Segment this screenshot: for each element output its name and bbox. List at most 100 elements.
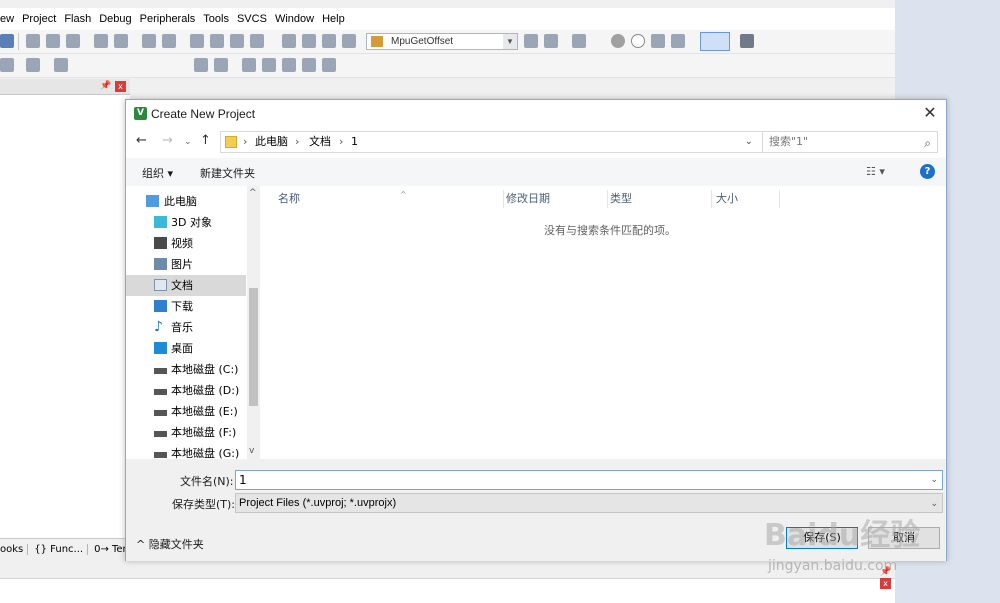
view-options-icon[interactable]: ☷ ▾ bbox=[866, 165, 885, 178]
tab-functions[interactable]: {} Func... bbox=[34, 544, 89, 555]
chevron-down-icon[interactable]: ⌄ bbox=[930, 494, 938, 512]
bookmark-next-icon[interactable] bbox=[230, 34, 244, 48]
chevron-down-icon[interactable]: v bbox=[249, 446, 254, 456]
wrench-icon[interactable] bbox=[740, 34, 754, 48]
back-arrow-icon[interactable]: ← bbox=[136, 133, 147, 148]
file-name-label: 文件名(N): bbox=[180, 475, 234, 488]
close-icon[interactable]: x bbox=[115, 81, 126, 92]
copy-icon[interactable] bbox=[46, 34, 60, 48]
organize-button[interactable]: 组织 ▾ bbox=[142, 165, 173, 181]
nav-item-drive-e[interactable]: 本地磁盘 (E:) bbox=[126, 401, 246, 422]
nav-item-videos[interactable]: 视频 bbox=[126, 233, 246, 254]
pin-icon[interactable]: 📌 bbox=[100, 81, 111, 91]
breadcrumb-separator-icon[interactable]: › bbox=[295, 132, 299, 152]
nav-item-desktop[interactable]: 桌面 bbox=[126, 338, 246, 359]
gear-icon[interactable] bbox=[302, 58, 316, 72]
load-icon[interactable] bbox=[54, 58, 68, 72]
menu-project[interactable]: Project bbox=[22, 13, 64, 25]
incremental-find-icon[interactable] bbox=[544, 34, 558, 48]
nav-item-label: 下载 bbox=[171, 300, 193, 313]
window-toggle-icon[interactable] bbox=[700, 32, 730, 51]
column-type[interactable]: 类型 bbox=[610, 190, 712, 208]
help-icon[interactable]: ? bbox=[920, 164, 935, 179]
breadcrumb-documents[interactable]: 文档 bbox=[309, 132, 331, 152]
pin-icon[interactable]: 📌 bbox=[880, 567, 891, 577]
diamond-icon[interactable] bbox=[282, 58, 296, 72]
cancel-button[interactable]: 取消 bbox=[868, 527, 940, 549]
menu-debug[interactable]: Debug bbox=[99, 13, 139, 25]
nav-item-music[interactable]: ♪ 音乐 bbox=[126, 317, 246, 338]
find-in-files-icon[interactable] bbox=[524, 34, 538, 48]
menu-help[interactable]: Help bbox=[322, 13, 353, 25]
find-combo[interactable]: MpuGetOffset ▼ bbox=[366, 33, 518, 50]
menu-window[interactable]: Window bbox=[275, 13, 322, 25]
chevron-down-icon[interactable]: ⌄ bbox=[745, 132, 753, 152]
breadcrumb-this-pc[interactable]: 此电脑 bbox=[255, 132, 288, 152]
breakpoint-disable-icon[interactable] bbox=[631, 34, 645, 48]
breadcrumb-separator-icon[interactable]: › bbox=[243, 132, 247, 152]
select-pack-icon[interactable] bbox=[262, 58, 276, 72]
debug-session-icon[interactable] bbox=[572, 34, 586, 48]
undo-icon[interactable] bbox=[94, 34, 108, 48]
nav-item-this-pc[interactable]: 此电脑 bbox=[126, 191, 246, 212]
options-icon[interactable] bbox=[0, 58, 14, 72]
nav-item-drive-f[interactable]: 本地磁盘 (F:) bbox=[126, 422, 246, 443]
menu-flash[interactable]: Flash bbox=[64, 13, 99, 25]
nav-item-downloads[interactable]: 下载 bbox=[126, 296, 246, 317]
checkbox-icon[interactable] bbox=[194, 58, 208, 72]
chevron-down-icon[interactable]: ⌄ bbox=[930, 471, 938, 489]
tab-books[interactable]: ooks bbox=[0, 544, 29, 555]
address-bar[interactable]: › 此电脑 › 文档 › 1 ⌄ ↻ bbox=[220, 131, 780, 153]
nav-back-icon[interactable] bbox=[142, 34, 156, 48]
bookmark-clear-icon[interactable] bbox=[250, 34, 264, 48]
paste-icon[interactable] bbox=[66, 34, 80, 48]
menu-tools[interactable]: Tools bbox=[203, 13, 237, 25]
comment-icon[interactable] bbox=[322, 34, 336, 48]
close-icon[interactable]: x bbox=[880, 578, 891, 589]
magic-wand-icon[interactable] bbox=[214, 58, 228, 72]
column-date-modified[interactable]: 修改日期 bbox=[506, 190, 608, 208]
bookmark-icon[interactable] bbox=[190, 34, 204, 48]
manage-components-icon[interactable] bbox=[242, 58, 256, 72]
redo-icon[interactable] bbox=[114, 34, 128, 48]
menu-peripherals[interactable]: Peripherals bbox=[140, 13, 204, 25]
breakpoint-kill-icon[interactable] bbox=[671, 34, 685, 48]
breadcrumb-folder[interactable]: 1 bbox=[351, 132, 358, 152]
uncomment-icon[interactable] bbox=[342, 34, 356, 48]
new-folder-button[interactable]: 新建文件夹 bbox=[200, 165, 255, 181]
indent-icon[interactable] bbox=[282, 34, 296, 48]
nav-item-documents[interactable]: 文档 bbox=[126, 275, 246, 296]
unindent-icon[interactable] bbox=[302, 34, 316, 48]
nav-item-drive-c[interactable]: 本地磁盘 (C:) bbox=[126, 359, 246, 380]
breakpoint-icon[interactable] bbox=[611, 34, 625, 48]
scrollbar-thumb[interactable] bbox=[249, 288, 258, 406]
breakpoint-clear-icon[interactable] bbox=[651, 34, 665, 48]
column-name[interactable]: 名称 ^ bbox=[278, 190, 504, 208]
nav-forward-icon[interactable] bbox=[162, 34, 176, 48]
up-arrow-icon[interactable]: ↑ bbox=[200, 133, 211, 148]
books-icon[interactable] bbox=[322, 58, 336, 72]
bookmark-prev-icon[interactable] bbox=[210, 34, 224, 48]
breadcrumb-separator-icon[interactable]: › bbox=[339, 132, 343, 152]
chevron-up-icon[interactable]: ^ bbox=[249, 188, 257, 198]
nav-item-3d-objects[interactable]: 3D 对象 bbox=[126, 212, 246, 233]
nav-scrollbar[interactable]: ^ v bbox=[247, 186, 260, 459]
nav-item-drive-d[interactable]: 本地磁盘 (D:) bbox=[126, 380, 246, 401]
forward-arrow-icon[interactable]: → bbox=[162, 133, 173, 148]
batch-build-icon[interactable] bbox=[26, 58, 40, 72]
chevron-down-icon[interactable]: ▼ bbox=[503, 34, 517, 49]
save-button[interactable]: 保存(S) bbox=[786, 527, 858, 549]
column-size[interactable]: 大小 bbox=[716, 190, 780, 208]
menu-view[interactable]: ew bbox=[0, 13, 22, 25]
save-all-icon[interactable] bbox=[0, 34, 14, 48]
recent-locations-icon[interactable]: ⌄ bbox=[184, 137, 192, 147]
file-name-field[interactable]: 1 ⌄ bbox=[235, 470, 943, 490]
menu-svcs[interactable]: SVCS bbox=[237, 13, 275, 25]
search-icon[interactable]: ⌕ bbox=[924, 133, 931, 153]
search-input[interactable]: 搜索"1" ⌕ bbox=[762, 131, 938, 153]
nav-item-pictures[interactable]: 图片 bbox=[126, 254, 246, 275]
file-type-select[interactable]: Project Files (*.uvproj; *.uvprojx) ⌄ bbox=[235, 493, 943, 513]
close-icon[interactable]: ✕ bbox=[920, 103, 940, 123]
cut-icon[interactable] bbox=[26, 34, 40, 48]
hide-folders-toggle[interactable]: ^ 隐藏文件夹 bbox=[136, 536, 204, 552]
